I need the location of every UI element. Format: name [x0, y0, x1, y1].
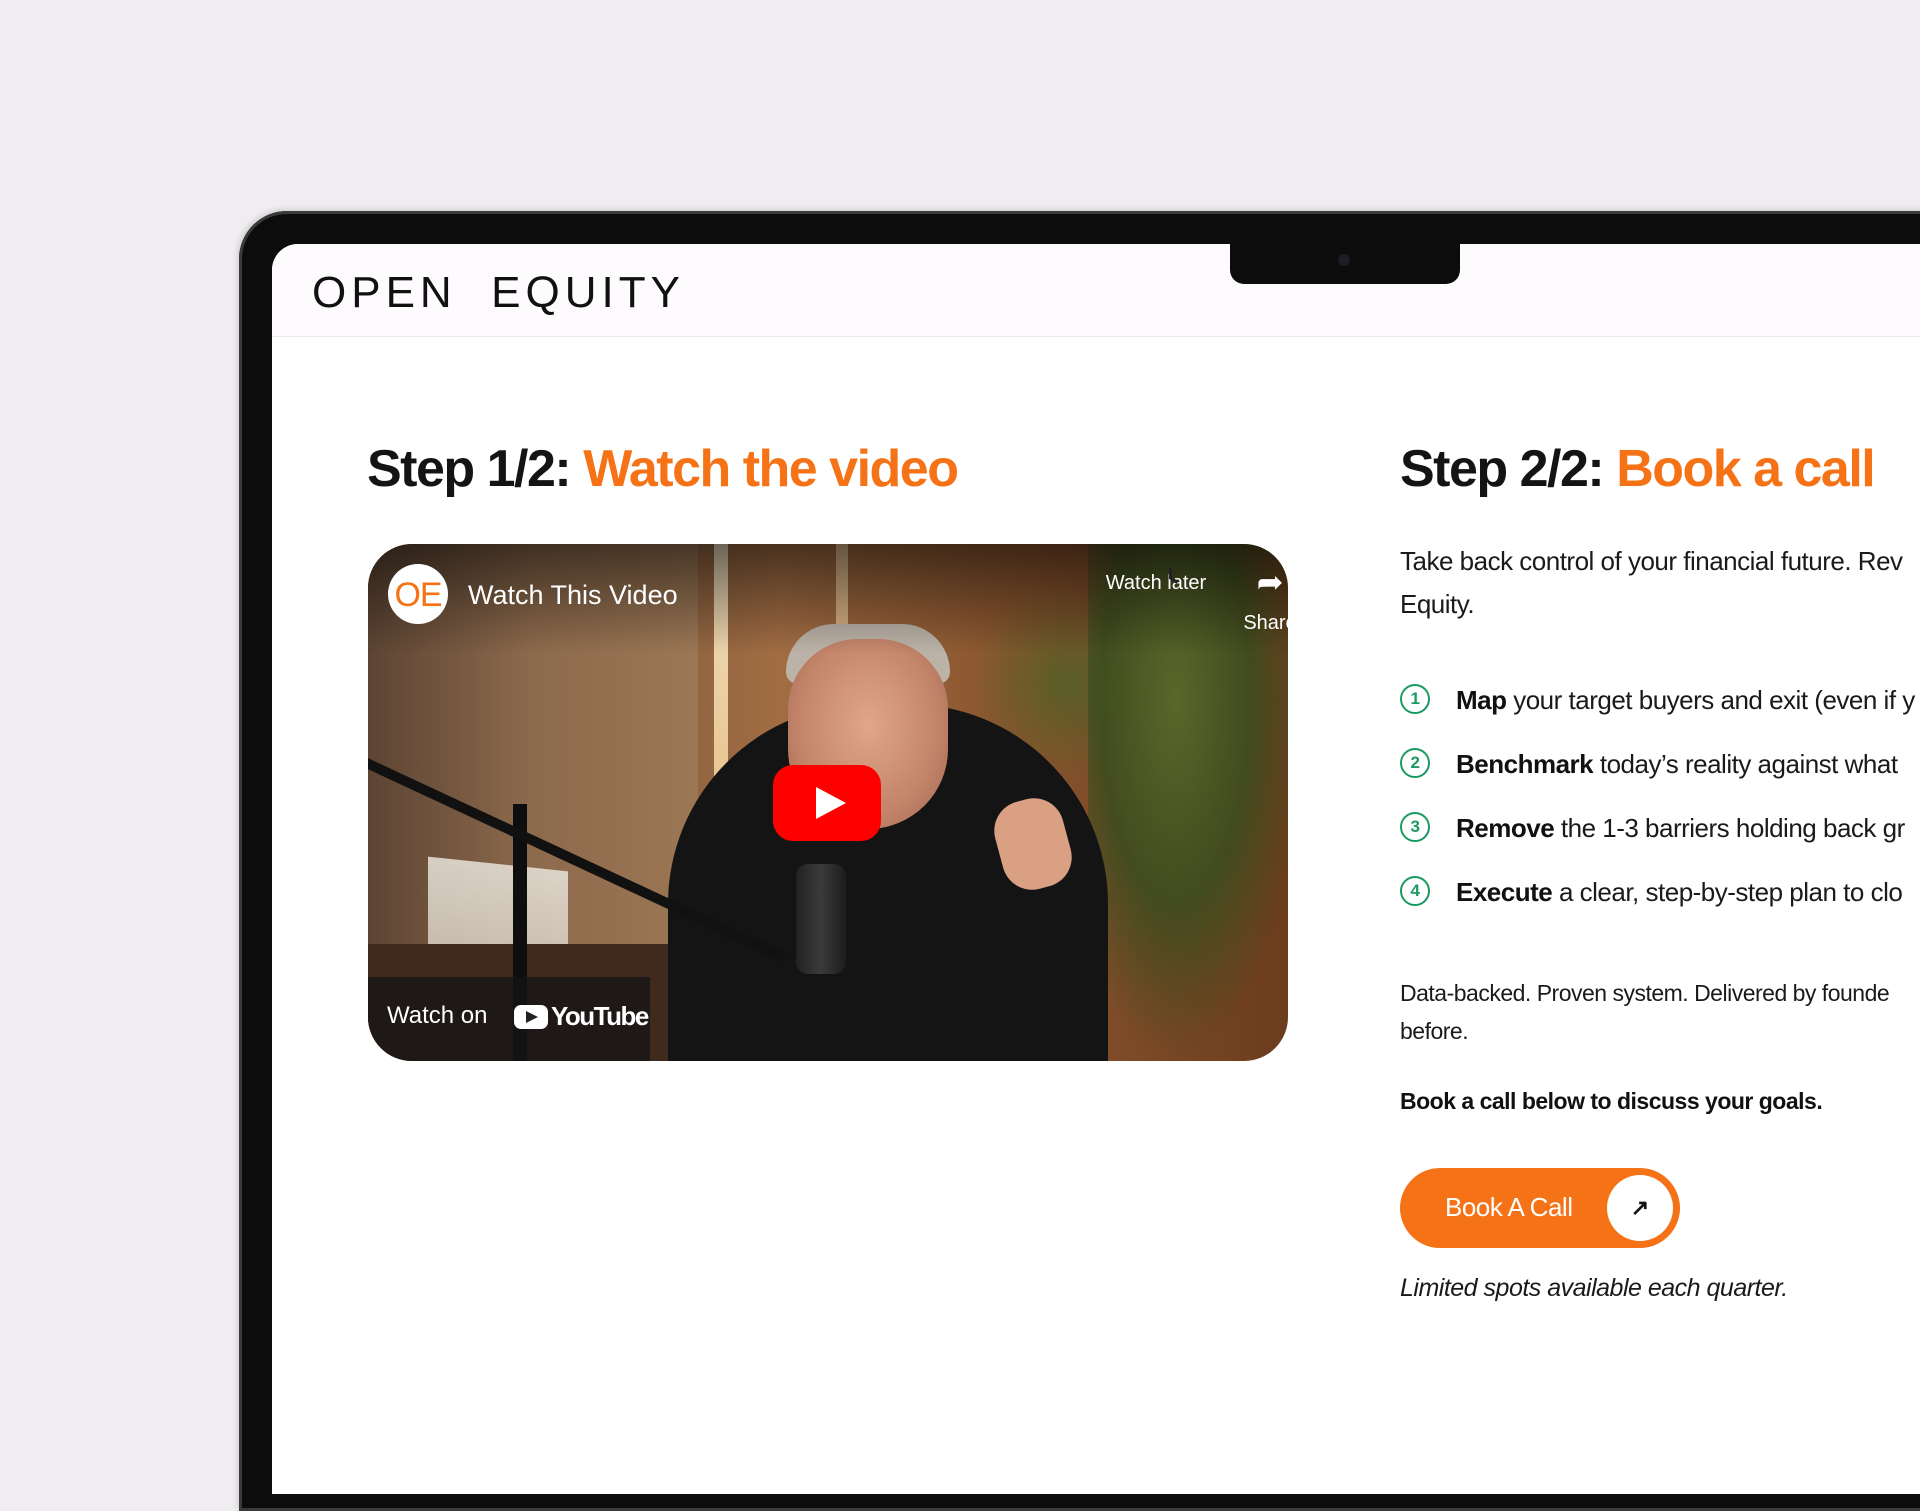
limited-spots-note: Limited spots available each quarter.: [1400, 1274, 1788, 1302]
video-title[interactable]: Watch This Video: [468, 580, 678, 611]
step-1-prefix: Step 1/2:: [367, 440, 572, 498]
list-item: 3 Remove the 1-3 barriers holding back g…: [1400, 812, 1920, 876]
list-item-text: Execute a clear, step-by-step plan to cl…: [1456, 877, 1903, 908]
step-2-heading: Step 2/2: Book a call: [1400, 439, 1876, 499]
channel-initials: OE: [394, 576, 442, 614]
list-item-text: Map your target buyers and exit (even if…: [1456, 685, 1915, 716]
list-item: 1 Map your target buyers and exit (even …: [1400, 684, 1920, 748]
camera-icon: [1338, 254, 1350, 266]
list-item: 2 Benchmark today’s reality against what: [1400, 748, 1920, 812]
step-1-heading: Step 1/2: Watch the video: [367, 439, 959, 499]
watch-on-youtube-button[interactable]: Watch on YouTube: [368, 977, 650, 1061]
camera-notch: [1230, 244, 1460, 284]
list-item-description: today’s reality against what: [1593, 749, 1898, 779]
step-number-badge: 2: [1400, 748, 1430, 778]
intro-text: Take back control of your financial futu…: [1400, 546, 1903, 619]
step-number-badge: 4: [1400, 876, 1430, 906]
youtube-wordmark: YouTube: [551, 1001, 649, 1031]
list-item-keyword: Map: [1456, 685, 1507, 715]
benefit-list: 1 Map your target buyers and exit (even …: [1400, 684, 1920, 940]
list-item: 4 Execute a clear, step-by-step plan to …: [1400, 876, 1920, 940]
browser-viewport: OPEN EQUITY Step 1/2: Watch the video OE…: [272, 244, 1920, 1494]
step-2-title: Book a call: [1616, 440, 1876, 498]
step-1-title: Watch the video: [583, 440, 959, 498]
share-icon: ➦: [1256, 564, 1284, 600]
list-item-keyword: Execute: [1456, 877, 1553, 907]
share-button[interactable]: ➦ Share: [1220, 562, 1288, 635]
watch-on-label: Watch on: [387, 1002, 488, 1029]
step-2-prefix: Step 2/2:: [1400, 440, 1605, 498]
book-a-call-button[interactable]: Book A Call ↗: [1400, 1168, 1680, 1248]
list-item-description: your target buyers and exit (even if y: [1506, 685, 1915, 715]
site-header: OPEN EQUITY: [272, 244, 1920, 337]
list-item-text: Benchmark today’s reality against what: [1456, 749, 1898, 780]
watch-later-label: Watch later: [1105, 572, 1207, 594]
youtube-icon: [514, 1005, 548, 1029]
list-item-description: a clear, step-by-step plan to clo: [1552, 877, 1903, 907]
play-icon[interactable]: [773, 765, 881, 841]
list-item-keyword: Benchmark: [1456, 749, 1594, 779]
arrow-up-right-icon: ↗: [1607, 1175, 1673, 1241]
list-item-description: the 1-3 barriers holding back gr: [1554, 813, 1905, 843]
proof-text: Data-backed. Proven system. Delivered by…: [1400, 980, 1890, 1044]
step-number-badge: 1: [1400, 684, 1430, 714]
channel-avatar[interactable]: OE: [388, 564, 448, 624]
watch-later-button[interactable]: Watch later: [1096, 562, 1216, 595]
cta-text: Book a call below to discuss your goals.: [1400, 1088, 1823, 1114]
step-number-badge: 3: [1400, 812, 1430, 842]
brand-logo[interactable]: OPEN EQUITY: [312, 268, 685, 318]
share-label: Share: [1243, 612, 1288, 634]
list-item-keyword: Remove: [1456, 813, 1555, 843]
video-frame-microphone: [796, 864, 846, 974]
list-item-text: Remove the 1-3 barriers holding back gr: [1456, 813, 1905, 844]
book-a-call-label: Book A Call: [1445, 1192, 1573, 1222]
video-player[interactable]: OE Watch This Video Watch later ➦ Share …: [368, 544, 1288, 1061]
